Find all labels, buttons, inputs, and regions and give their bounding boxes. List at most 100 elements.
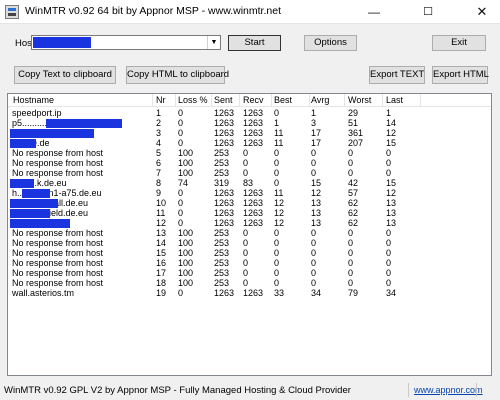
cell-hostname: speedport.ip — [12, 108, 62, 118]
table-row[interactable]: ...........shield.de.eu 11 0 1263 1263 12 13 62… — [8, 208, 491, 218]
cell-last: 15 — [386, 138, 397, 148]
table-row[interactable]: ........-firewall.de.eu10012631263121362… — [8, 198, 491, 208]
copy-text-button[interactable]: Copy Text to clipboard — [14, 66, 116, 84]
table-row[interactable]: ...........3.de.eu1201263126312136213 — [8, 218, 491, 228]
start-button-label: Start — [244, 37, 265, 48]
table-row[interactable]: wall.asterios.tm 19 0 1263 1263 33 34 79 34 — [8, 288, 491, 298]
appnor-link[interactable]: www.appnor.com — [414, 385, 483, 395]
cell-worst: 62 — [348, 218, 359, 228]
cell-loss: 100 — [178, 158, 194, 168]
cell-loss: 0 — [178, 198, 184, 208]
col-avrg[interactable]: Avrg — [311, 95, 329, 105]
table-row[interactable]: No response from host 5 100 253 0 0 0 0 0 — [8, 148, 491, 158]
col-worst[interactable]: Worst — [348, 95, 371, 105]
chevron-down-icon[interactable]: ▼ — [207, 36, 220, 49]
cell-last: 0 — [386, 168, 392, 178]
cell-hostname: No response from host — [12, 228, 104, 238]
table-row[interactable]: h........wan1-a75.de.eu 9 0 1263 1263 11 12 57 1… — [8, 188, 491, 198]
cell-loss: 0 — [178, 218, 184, 228]
cell-worst: 0 — [348, 238, 354, 248]
cell-loss: 100 — [178, 238, 194, 248]
status-divider — [476, 383, 477, 397]
col-divider[interactable] — [309, 94, 310, 106]
title-bar: WinMTR v0.92 64 bit by Appnor MSP - www.… — [0, 0, 500, 24]
cell-recv: 83 — [243, 178, 254, 188]
col-divider[interactable] — [175, 94, 176, 106]
col-sent[interactable]: Sent — [214, 95, 233, 105]
cell-recv: 1263 — [243, 198, 264, 208]
hostname-redaction — [10, 129, 94, 138]
export-text-button[interactable]: Export TEXT — [369, 66, 425, 84]
table-header: Hostname Nr Loss % Sent Recv Best Avrg W… — [8, 94, 491, 107]
cell-sent: 1263 — [214, 108, 235, 118]
table-row[interactable]: p5...........net.de 2 0 1263 1263 1 3 51 14 — [8, 118, 491, 128]
cell-loss: 0 — [178, 288, 184, 298]
table-row[interactable]: No response from host 13 100 253 0 0 0 0 0 — [8, 228, 491, 238]
cell-recv: 1263 — [243, 108, 264, 118]
col-divider[interactable] — [239, 94, 240, 106]
results-table[interactable]: Hostname Nr Loss % Sent Recv Best Avrg W… — [7, 93, 492, 376]
cell-sent: 1263 — [214, 128, 235, 138]
app-icon — [5, 5, 19, 19]
cell-avrg: 0 — [311, 278, 317, 288]
cell-best: 11 — [274, 188, 284, 198]
col-recv[interactable]: Recv — [243, 95, 264, 105]
cell-sent: 253 — [214, 248, 230, 258]
col-divider[interactable] — [382, 94, 383, 106]
cell-recv: 1263 — [243, 208, 264, 218]
cell-avrg: 13 — [311, 208, 322, 218]
table-row[interactable]: No response from host 14 100 253 0 0 0 0 0 — [8, 238, 491, 248]
cell-recv: 1263 — [243, 218, 264, 228]
export-html-button[interactable]: Export HTML — [432, 66, 489, 84]
col-last[interactable]: Last — [386, 95, 403, 105]
col-divider[interactable] — [152, 94, 153, 106]
exit-button[interactable]: Exit — [432, 35, 486, 51]
table-row[interactable]: No response from host 16 100 253 0 0 0 0 0 — [8, 258, 491, 268]
hostname-redaction — [10, 209, 50, 218]
table-row[interactable]: f.......e.de4012631263111720715 — [8, 138, 491, 148]
cell-recv: 0 — [243, 158, 249, 168]
start-button[interactable]: Start — [228, 35, 281, 51]
copy-html-button[interactable]: Copy HTML to clipboard — [126, 66, 229, 84]
cell-hostname: No response from host — [12, 258, 104, 268]
col-divider[interactable] — [211, 94, 212, 106]
table-row[interactable]: ..........k.de.eu 8 74 319 83 0 15 42 15 — [8, 178, 491, 188]
hostname-redaction — [10, 179, 34, 188]
table-row[interactable]: No response from host 6 100 253 0 0 0 0 0 — [8, 158, 491, 168]
cell-loss: 0 — [178, 118, 184, 128]
cell-loss: 100 — [178, 258, 194, 268]
close-button[interactable]: ✕ — [464, 0, 500, 24]
export-html-label: Export HTML — [433, 69, 489, 80]
maximize-button[interactable]: ☐ — [410, 0, 446, 24]
table-row[interactable]: No response from host 15 100 253 0 0 0 0 0 — [8, 248, 491, 258]
cell-recv: 1263 — [243, 118, 264, 128]
table-row[interactable]: No response from host 18 100 253 0 0 0 0 0 — [8, 278, 491, 288]
cell-recv: 0 — [243, 248, 249, 258]
col-hostname[interactable]: Hostname — [13, 95, 54, 105]
cell-recv: 0 — [243, 278, 249, 288]
minimize-button[interactable]: — — [356, 0, 392, 24]
cell-sent: 253 — [214, 258, 230, 268]
col-best[interactable]: Best — [274, 95, 292, 105]
window-title: WinMTR v0.92 64 bit by Appnor MSP - www.… — [25, 5, 281, 17]
col-nr[interactable]: Nr — [156, 95, 166, 105]
cell-hostname: wall.asterios.tm — [12, 288, 75, 298]
cell-nr: 16 — [156, 258, 167, 268]
host-combobox[interactable]: ▼ — [31, 35, 221, 50]
table-row[interactable]: ...........3012631263111736112 — [8, 128, 491, 138]
table-row[interactable]: speedport.ip 1 0 1263 1263 0 1 29 1 — [8, 108, 491, 118]
cell-recv: 0 — [243, 228, 249, 238]
col-loss[interactable]: Loss % — [178, 95, 208, 105]
cell-worst: 57 — [348, 188, 359, 198]
table-row[interactable]: No response from host 17 100 253 0 0 0 0 0 — [8, 268, 491, 278]
cell-avrg: 0 — [311, 228, 317, 238]
col-divider[interactable] — [344, 94, 345, 106]
table-row[interactable]: No response from host 7 100 253 0 0 0 0 0 — [8, 168, 491, 178]
options-button[interactable]: Options — [304, 35, 357, 51]
col-divider[interactable] — [420, 94, 421, 106]
cell-last: 1 — [386, 108, 392, 118]
cell-nr: 7 — [156, 168, 162, 178]
cell-avrg: 12 — [311, 188, 322, 198]
copy-text-label: Copy Text to clipboard — [18, 69, 112, 80]
col-divider[interactable] — [271, 94, 272, 106]
